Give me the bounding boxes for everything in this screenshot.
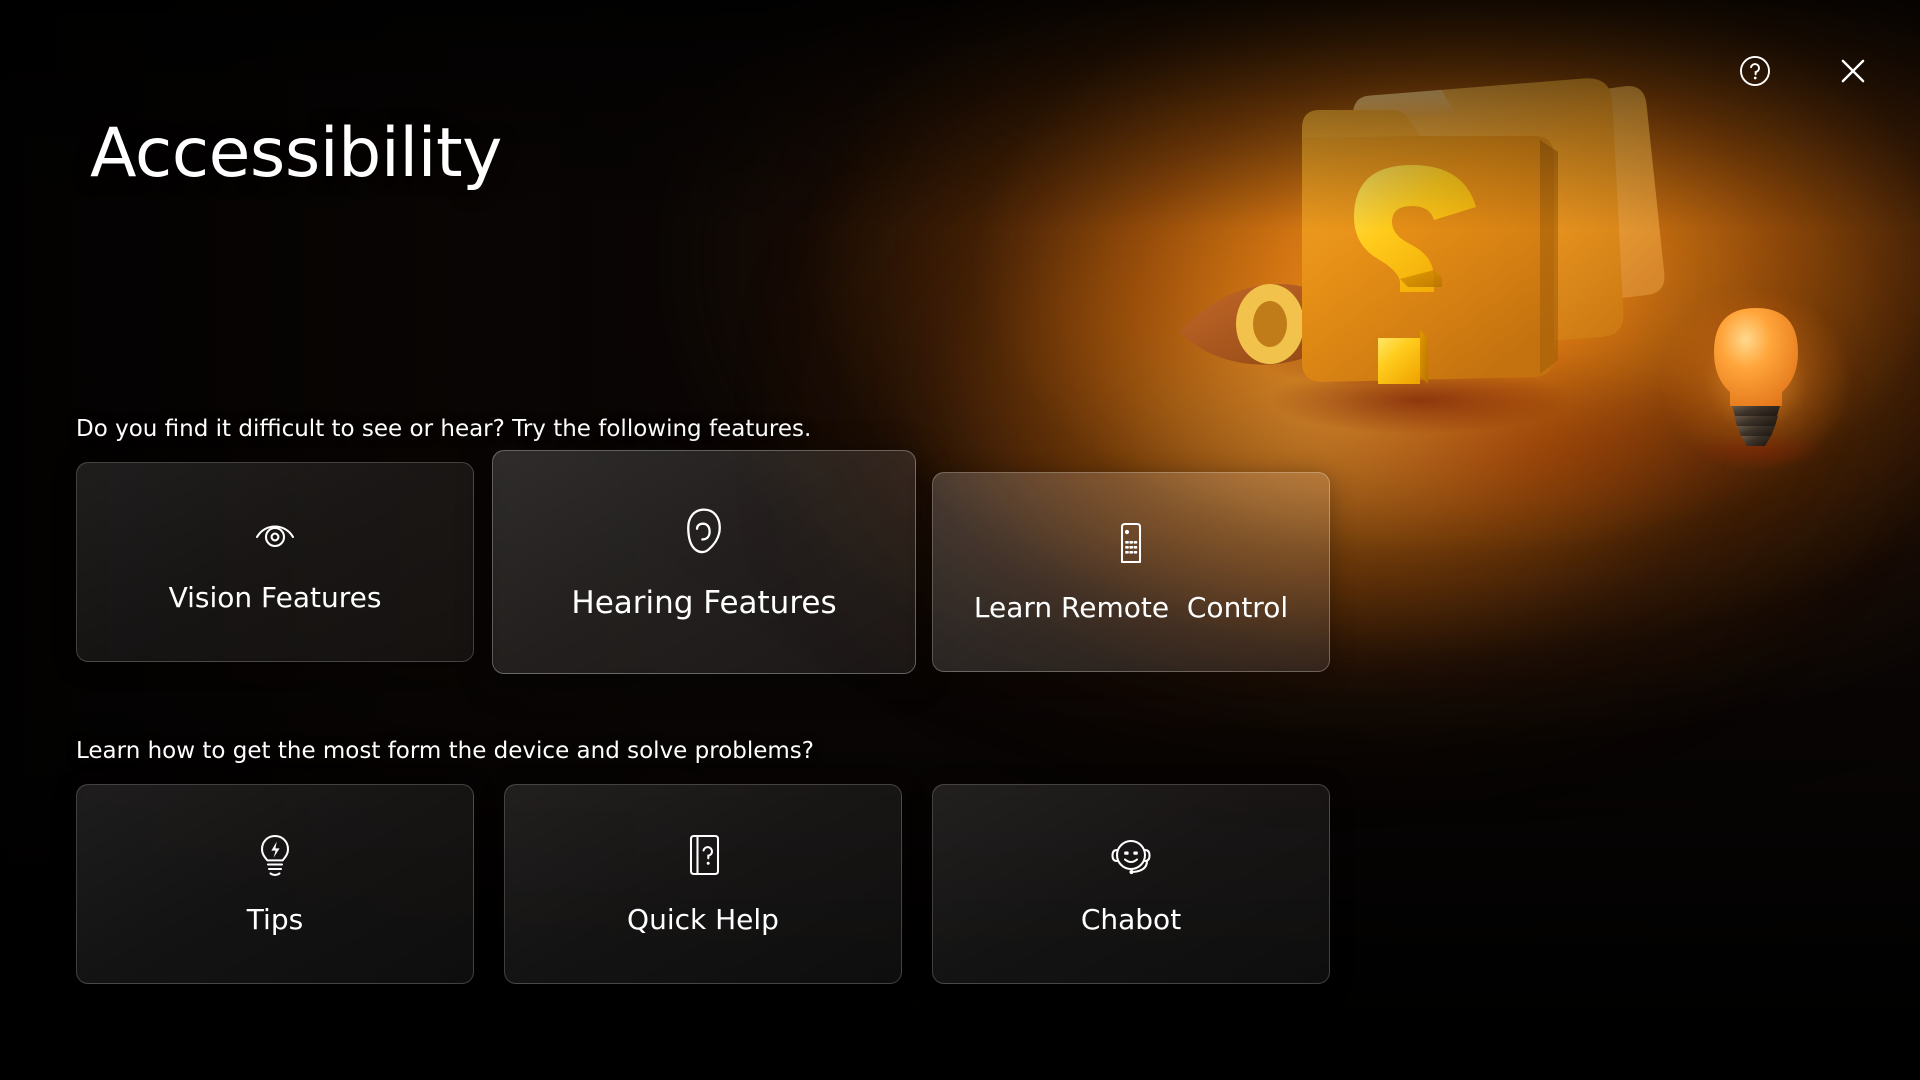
card-chabot[interactable]: Chabot bbox=[932, 783, 1330, 984]
card-vision-features[interactable]: Vision Features bbox=[76, 461, 474, 662]
section-learn: Learn how to get the most form the devic… bbox=[0, 738, 1920, 984]
card-quick-help[interactable]: Quick Help bbox=[504, 783, 902, 984]
card-label: Quick Help bbox=[627, 903, 779, 937]
eye-icon bbox=[251, 509, 299, 557]
question-circle-icon bbox=[1740, 56, 1770, 86]
card-learn-remote-control[interactable]: Learn Remote Control bbox=[932, 471, 1330, 672]
section-vision: Do you find it difficult to see or hear?… bbox=[0, 416, 1920, 674]
card-row-vision: Vision Features Hearing Features Learn R… bbox=[76, 449, 1920, 674]
accessibility-screen: Accessibility Do you find it difficult t… bbox=[0, 0, 1920, 1080]
section-learn-label: Learn how to get the most form the devic… bbox=[76, 738, 814, 764]
section-vision-label: Do you find it difficult to see or hear?… bbox=[76, 416, 812, 442]
close-x-icon bbox=[1841, 59, 1865, 83]
help-button[interactable] bbox=[1732, 48, 1778, 94]
close-button[interactable] bbox=[1830, 48, 1876, 94]
lightbulb-bolt-icon bbox=[251, 831, 299, 879]
card-label: Vision Features bbox=[168, 581, 382, 615]
ear-icon bbox=[677, 504, 731, 558]
card-label: Hearing Features bbox=[571, 584, 837, 621]
headset-smiley-icon bbox=[1107, 831, 1155, 879]
remote-control-icon bbox=[1107, 519, 1155, 567]
card-label: Tips bbox=[246, 903, 304, 937]
card-tips[interactable]: Tips bbox=[76, 783, 474, 984]
manual-question-icon bbox=[679, 831, 727, 879]
window-controls bbox=[1732, 48, 1876, 94]
card-hearing-features[interactable]: Hearing Features bbox=[492, 449, 916, 674]
card-row-learn: Tips Quick Help Chabot bbox=[76, 783, 1920, 984]
card-label: Learn Remote Control bbox=[973, 591, 1289, 625]
page-title: Accessibility bbox=[90, 114, 502, 193]
card-label: Chabot bbox=[1080, 903, 1182, 937]
